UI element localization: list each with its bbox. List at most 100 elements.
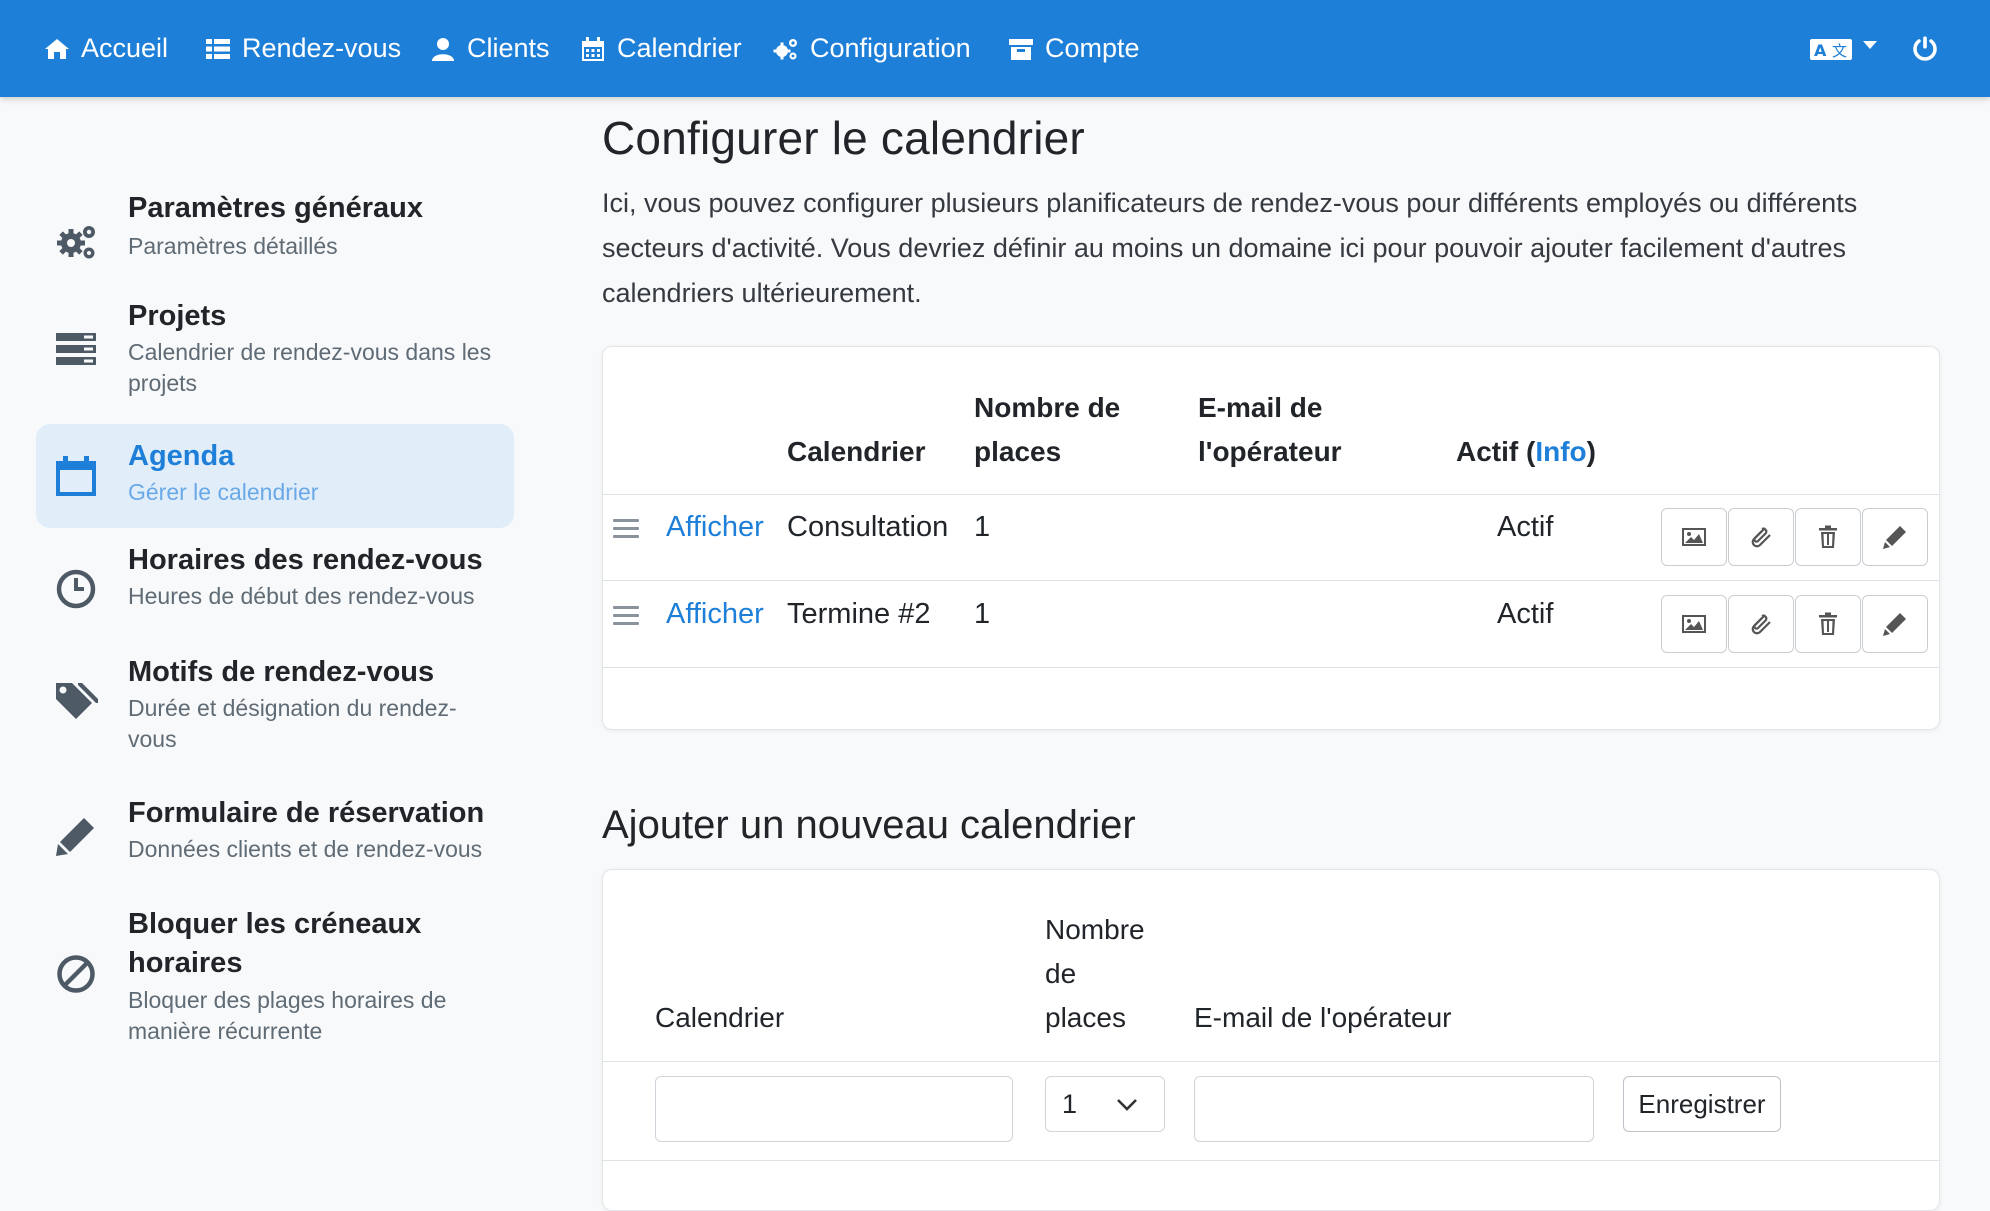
language-icon: A文 [1810,38,1852,60]
sidebar-item-subtitle: Paramètres détaillés [128,233,338,259]
trash-icon [1819,525,1837,548]
drag-handle-icon[interactable] [613,519,639,539]
column-header-places-line1: Nombre de [974,392,1121,423]
table-divider [603,1061,1939,1062]
sidebar-item-title: Horaires des rendez-vous [128,544,483,576]
column-header-email-line1: E-mail de [1198,392,1323,423]
table-divider [603,580,1939,581]
nav-account[interactable]: Compte [1008,0,1140,97]
image-button[interactable] [1661,508,1727,566]
sidebar-item-title: Bloquer les créneaux horaires [128,908,422,979]
image-icon [1682,528,1706,546]
nav-appointments[interactable]: Rendez-vous [205,0,401,97]
calendar-places: 1 [974,511,991,543]
add-column-places-line3: places [1045,1002,1126,1033]
add-column-places: Nombre de places [1045,908,1145,1040]
calendar-icon [54,454,98,498]
user-icon [432,37,454,61]
calendar-name-input[interactable] [655,1076,1013,1142]
nav-home[interactable]: Accueil [44,0,168,97]
chevron-down-icon [1117,1099,1137,1111]
column-header-active-label: Actif ( [1456,436,1536,467]
edit-button[interactable] [1862,595,1928,653]
delete-button[interactable] [1795,595,1861,653]
operator-email-input[interactable] [1194,1076,1594,1142]
sidebar-item-title: Projets [128,300,227,332]
table-divider [603,667,1939,668]
nav-calendar[interactable]: Calendrier [580,0,742,97]
column-header-active: Actif (Info) [1456,430,1596,474]
page-intro: Ici, vous pouvez configurer plusieurs pl… [602,188,1858,308]
cogs-icon [773,38,797,59]
calendar-table-card: Calendrier Nombre de places E-mail de l'… [602,346,1940,730]
archive-icon [1009,38,1033,60]
sidebar-item-block-slots[interactable]: Bloquer les créneaux horaires Bloquer de… [36,905,514,1065]
add-column-calendar: Calendrier [655,1002,785,1033]
sidebar-item-agenda[interactable]: Agenda Gérer le calendrier [36,424,514,528]
table-divider [603,1160,1939,1161]
page-title: Configurer le calendrier [602,112,1085,164]
clock-icon [54,567,98,611]
top-navbar: Accueil Rendez-vous Clients Calendrier C… [0,0,1990,97]
add-calendar-card: Calendrier Nombre de places E-mail de l'… [602,869,1940,1211]
sidebar-item-title: Agenda [128,440,235,472]
edit-button[interactable] [1862,508,1928,566]
calendar-status: Actif [1497,511,1554,543]
pencil-icon [1883,613,1906,636]
language-dropdown[interactable]: A文 [1810,0,1878,97]
svg-text:文: 文 [1832,42,1847,60]
sidebar-item-title: Motifs de rendez-vous [128,656,435,688]
nav-appointments-label: Rendez-vous [242,33,402,63]
delete-button[interactable] [1795,508,1861,566]
sidebar-item-title: Paramètres généraux [128,192,423,224]
sidebar-item-general-settings[interactable]: Paramètres généraux Paramètres détaillés [36,187,514,285]
image-button[interactable] [1661,595,1727,653]
sidebar-item-booking-form[interactable]: Formulaire de réservation Données client… [36,794,514,884]
add-column-places-line2: de [1045,958,1077,989]
list-icon [206,38,230,59]
attachment-button[interactable] [1728,508,1794,566]
svg-text:A: A [1814,41,1827,60]
paperclip-icon [1751,527,1771,548]
sidebar-item-subtitle: Données clients et de rendez-vous [128,836,483,862]
save-button[interactable]: Enregistrer [1623,1076,1781,1132]
trash-icon [1819,612,1837,635]
column-header-active-close: ) [1586,436,1596,467]
places-select[interactable]: 1 [1045,1076,1165,1132]
nav-account-label: Compte [1045,33,1140,63]
view-calendar-link[interactable]: Afficher [666,511,764,544]
calendar-name: Termine #2 [787,598,931,630]
sidebar-item-appointment-times[interactable]: Horaires des rendez-vous Heures de début… [36,541,514,631]
column-header-calendar: Calendrier [787,436,926,467]
sidebar-item-subtitle: Calendrier de rendez-vous dans les proje… [128,339,492,396]
places-select-value: 1 [1062,1088,1078,1119]
column-header-email-line2: l'opérateur [1198,436,1342,467]
calendar-name: Consultation [787,511,949,543]
column-header-places-line2: places [974,436,1062,467]
sidebar-item-appointment-reasons[interactable]: Motifs de rendez-vous Durée et désignati… [36,653,514,773]
sidebar-item-subtitle: Heures de début des rendez-vous [128,583,475,609]
info-link[interactable]: Info [1535,436,1586,467]
calendar-status: Actif [1497,598,1554,630]
view-calendar-link[interactable]: Afficher [666,598,764,631]
sidebar-item-title: Formulaire de réservation [128,797,485,829]
image-icon [1682,615,1706,633]
paperclip-icon [1751,614,1771,635]
tags-icon [54,679,98,723]
pencil-icon [54,814,98,858]
home-icon [45,38,69,59]
add-column-email: E-mail de l'opérateur [1194,1002,1452,1033]
cogs-icon [54,219,98,263]
sidebar-item-subtitle: Bloquer des plages horaires de manière r… [128,987,447,1044]
nav-clients[interactable]: Clients [430,0,550,97]
logout-button[interactable] [1912,0,1938,97]
power-icon [1913,36,1937,61]
nav-configuration[interactable]: Configuration [773,0,971,97]
attachment-button[interactable] [1728,595,1794,653]
nav-calendar-label: Calendrier [617,33,742,63]
add-column-places-line1: Nombre [1045,914,1145,945]
drag-handle-icon[interactable] [613,606,639,626]
chevron-down-icon [1863,40,1877,49]
sidebar-item-projects[interactable]: Projets Calendrier de rendez-vous dans l… [36,297,514,417]
add-calendar-title: Ajouter un nouveau calendrier [602,803,1136,847]
